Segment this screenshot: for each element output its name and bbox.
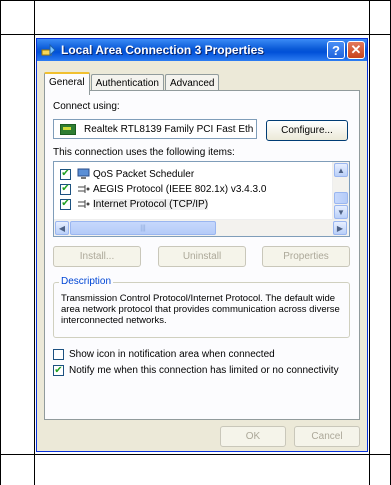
network-adapter-icon [60, 123, 76, 135]
network-protocol-icon [76, 198, 90, 210]
show-icon-label: Show icon in notification area when conn… [69, 349, 275, 360]
title-bar[interactable]: Local Area Connection 3 Properties ? ✕ [37, 39, 367, 61]
scroll-up-arrow-icon[interactable]: ▲ [334, 163, 348, 177]
horizontal-scrollbar[interactable]: ◀ ||| ▶ [54, 219, 349, 236]
vertical-scroll-thumb[interactable] [334, 192, 348, 204]
item-checkbox[interactable]: ✔ [60, 198, 71, 210]
list-item[interactable]: ✔ Internet Protocol (TCP/IP) [60, 197, 209, 211]
cancel-button[interactable]: Cancel [294, 426, 360, 447]
adapter-field: Realtek RTL8139 Family PCI Fast Eth [53, 119, 257, 139]
scroll-right-arrow-icon[interactable]: ▶ [333, 221, 347, 235]
network-connection-icon [41, 43, 56, 57]
item-label: Internet Protocol (TCP/IP) [93, 198, 209, 210]
vertical-scrollbar[interactable]: ▲ ▼ [332, 162, 349, 220]
notify-label: Notify me when this connection has limit… [69, 365, 339, 376]
scroll-left-arrow-icon[interactable]: ◀ [55, 221, 69, 235]
install-button[interactable]: Install... [53, 246, 141, 267]
list-item[interactable]: ✔ QoS Packet Scheduler [60, 167, 194, 181]
description-text: Transmission Control Protocol/Internet P… [61, 293, 340, 326]
general-tab-panel: Connect using: Realtek RTL8139 Family PC… [44, 90, 360, 420]
uninstall-button[interactable]: Uninstall [158, 246, 246, 267]
adapter-name: Realtek RTL8139 Family PCI Fast Eth [84, 123, 254, 135]
table-column-line-left [34, 0, 35, 485]
item-checkbox[interactable]: ✔ [60, 183, 71, 195]
help-button[interactable]: ? [327, 41, 345, 59]
item-checkbox[interactable]: ✔ [60, 168, 71, 180]
tab-general[interactable]: General [44, 72, 90, 95]
horizontal-scroll-thumb[interactable]: ||| [70, 221, 216, 235]
description-legend: Description [59, 276, 114, 287]
ok-button[interactable]: OK [220, 426, 286, 447]
show-icon-option[interactable]: Show icon in notification area when conn… [53, 349, 275, 360]
table-row-line-top [0, 34, 391, 35]
items-label: This connection uses the following items… [53, 147, 235, 158]
qos-icon [76, 168, 90, 180]
notify-option[interactable]: ✔ Notify me when this connection has lim… [53, 365, 339, 376]
table-row-line-bottom [0, 454, 391, 455]
item-label: AEGIS Protocol (IEEE 802.1x) v3.4.3.0 [93, 183, 267, 195]
table-column-line-right [369, 0, 370, 485]
dialog-title: Local Area Connection 3 Properties [61, 43, 264, 57]
components-list[interactable]: ✔ QoS Packet Scheduler ✔ AEGIS Protocol … [53, 161, 350, 237]
configure-button[interactable]: Configure... [266, 120, 348, 141]
page-border-left [0, 0, 1, 485]
list-item[interactable]: ✔ AEGIS Protocol (IEEE 802.1x) v3.4.3.0 [60, 182, 266, 196]
close-button[interactable]: ✕ [347, 41, 365, 59]
show-icon-checkbox[interactable] [53, 349, 64, 360]
page-border-top [0, 0, 391, 1]
description-group: Description Transmission Control Protoco… [53, 276, 350, 338]
scroll-down-arrow-icon[interactable]: ▼ [334, 205, 348, 219]
connect-using-label: Connect using: [53, 101, 120, 112]
network-protocol-icon [76, 183, 90, 195]
properties-dialog: Local Area Connection 3 Properties ? ✕ G… [36, 38, 368, 452]
item-label: QoS Packet Scheduler [93, 168, 195, 180]
notify-checkbox[interactable]: ✔ [53, 365, 64, 376]
properties-button[interactable]: Properties [262, 246, 350, 267]
